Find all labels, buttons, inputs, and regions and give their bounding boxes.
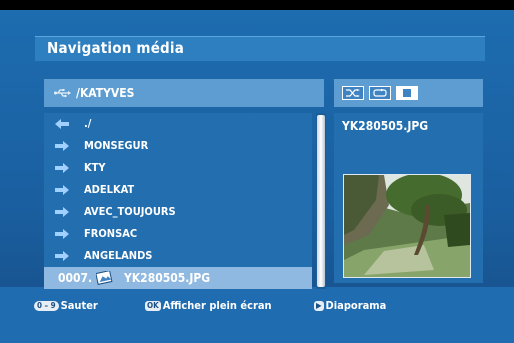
- stop-icon: [403, 89, 411, 97]
- usb-icon: [54, 89, 71, 98]
- preview-controls: [334, 79, 483, 107]
- list-item-label: MONSEGUR: [84, 139, 149, 152]
- footer-help: 0 – 9 Sauter OK Afficher plein écran ▶ Diap…: [0, 297, 514, 315]
- fullscreen-hint: OK Afficher plein écran: [145, 299, 272, 312]
- list-item[interactable]: ADELKAT: [44, 179, 312, 201]
- list-item[interactable]: ANGELANDS: [44, 245, 312, 267]
- scrollbar[interactable]: [316, 113, 326, 289]
- file-browser: /KATYVES ./ MONSEGUR KTY ADELKAT AVEC_TO…: [44, 79, 326, 289]
- shuffle-button[interactable]: [342, 86, 364, 100]
- folder-arrow-icon: [55, 207, 69, 217]
- folder-arrow-icon: [55, 185, 69, 195]
- file-list: ./ MONSEGUR KTY ADELKAT AVEC_TOUJOURS FR…: [44, 113, 312, 289]
- list-item-label: FRONSAC: [84, 227, 138, 240]
- photo-thumbnail: [343, 174, 471, 278]
- list-item[interactable]: FRONSAC: [44, 223, 312, 245]
- fullscreen-label: Afficher plein écran: [162, 299, 272, 312]
- slideshow-label: Diaporama: [325, 299, 387, 312]
- list-item-label: ADELKAT: [84, 183, 135, 196]
- tv-screen: Navigation média /KATYVES ./ MONSEGUR KT…: [0, 0, 514, 343]
- ok-key: OK: [145, 301, 161, 311]
- list-item-label: ANGELANDS: [84, 249, 153, 262]
- skip-label: Sauter: [60, 299, 98, 312]
- list-item-label: ./: [84, 117, 92, 130]
- item-filename: YK280505.JPG: [124, 271, 211, 285]
- folder-arrow-icon: [55, 163, 69, 173]
- item-index: 0007.: [58, 271, 93, 285]
- top-letterbox: [0, 0, 514, 10]
- photo-image: [344, 175, 470, 277]
- folder-arrow-icon: [55, 141, 69, 151]
- folder-arrow-icon: [55, 251, 69, 261]
- title-bar: Navigation média: [35, 36, 485, 61]
- list-item[interactable]: MONSEGUR: [44, 135, 312, 157]
- repeat-button[interactable]: [369, 86, 391, 100]
- repeat-icon: [373, 89, 387, 97]
- list-item-label: KTY: [84, 161, 106, 174]
- shuffle-icon: [346, 89, 360, 97]
- list-item[interactable]: KTY: [44, 157, 312, 179]
- footer-band: [0, 287, 514, 343]
- list-item-parent[interactable]: ./: [44, 113, 312, 135]
- list-item[interactable]: AVEC_TOUJOURS: [44, 201, 312, 223]
- scroll-thumb[interactable]: [317, 115, 325, 287]
- current-path: /KATYVES: [76, 86, 135, 100]
- list-item-label: AVEC_TOUJOURS: [84, 205, 176, 218]
- back-arrow-icon: [55, 119, 69, 129]
- picture-file-icon: [96, 271, 113, 285]
- path-bar: /KATYVES: [44, 79, 324, 107]
- digit-keys: 0 – 9: [34, 301, 59, 311]
- preview-panel: YK280505.JPG: [334, 113, 483, 283]
- slideshow-hint: ▶ Diaporama: [314, 299, 386, 312]
- preview-filename: YK280505.JPG: [342, 119, 429, 133]
- play-key: ▶: [314, 301, 324, 311]
- folder-arrow-icon: [55, 229, 69, 239]
- skip-hint: 0 – 9 Sauter: [34, 299, 98, 312]
- list-item-selected[interactable]: 0007. YK280505.JPG: [44, 267, 312, 289]
- page-title: Navigation média: [47, 39, 185, 57]
- stop-button[interactable]: [396, 86, 418, 100]
